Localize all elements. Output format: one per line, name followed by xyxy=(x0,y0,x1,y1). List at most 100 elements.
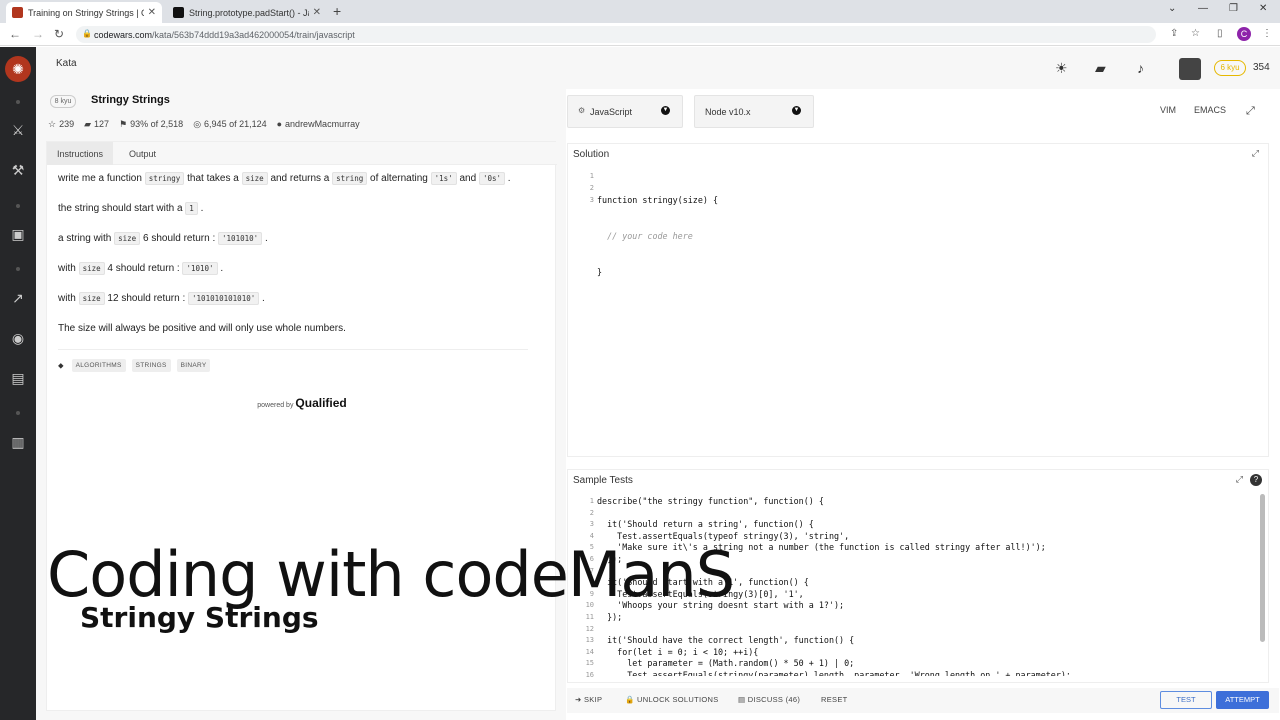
nav-dot xyxy=(16,411,20,415)
favorites-count: 127 xyxy=(94,119,110,129)
expand-icon[interactable]: ⤢ xyxy=(1252,148,1259,159)
help-icon[interactable]: ? xyxy=(1250,474,1262,486)
tag-binary[interactable]: BINARY xyxy=(176,359,211,372)
instruction-tabs: Instructions Output xyxy=(47,142,557,165)
video-overlay-subtitle: Stringy Strings xyxy=(80,601,319,634)
author-link[interactable]: andrewMacmurray xyxy=(285,119,360,130)
back-icon[interactable]: ← xyxy=(9,27,21,41)
language-select[interactable]: ⚙ JavaScript ▼ xyxy=(567,95,683,128)
star-icon[interactable]: ☆ xyxy=(48,119,56,130)
maximize-icon[interactable]: ❐ xyxy=(1229,3,1238,14)
completed-icon: ◎ xyxy=(193,119,202,129)
url-path: /kata/563b74ddd19a3ad462000054/train/jav… xyxy=(152,30,355,40)
url-host: codewars.com xyxy=(94,30,153,40)
test-button[interactable]: TEST xyxy=(1160,691,1212,709)
code-line: describe("the stringy function", functio… xyxy=(597,496,824,506)
bookmark-icon[interactable]: ▰ xyxy=(1095,60,1106,77)
user-avatar[interactable] xyxy=(1179,58,1201,80)
codewars-logo-icon[interactable]: ✺ xyxy=(5,56,31,82)
kata-nav-link[interactable]: Kata xyxy=(56,58,77,69)
trending-icon[interactable]: ↗ xyxy=(8,290,28,308)
close-tab-icon[interactable]: ✕ xyxy=(313,7,321,18)
completed-count: 6,945 of 21,124 xyxy=(204,119,267,129)
chat-icon[interactable]: ▤ xyxy=(8,370,28,388)
reload-icon[interactable]: ↻ xyxy=(54,27,64,41)
expand-icon[interactable]: ⤢ xyxy=(1236,474,1243,485)
tab-instructions[interactable]: Instructions xyxy=(47,142,114,165)
side-panel-icon[interactable]: ▯ xyxy=(1217,28,1223,39)
lock-icon: 🔒 xyxy=(625,695,635,704)
skip-icon: ➜ xyxy=(575,695,582,704)
notifications-bell-icon[interactable]: ♪ xyxy=(1137,60,1144,76)
description-paragraph: a string with size 6 should return : '10… xyxy=(58,232,268,245)
tab-output[interactable]: Output xyxy=(119,142,166,165)
close-tab-icon[interactable]: ✕ xyxy=(148,7,156,18)
code-line: // your code here xyxy=(597,231,693,241)
unlock-solutions-button[interactable]: 🔒 UNLOCK SOLUTIONS xyxy=(625,695,719,704)
description-paragraph: The size will always be positive and wil… xyxy=(58,323,346,334)
codewars-favicon-icon xyxy=(12,7,23,18)
menu-icon[interactable]: ⋮ xyxy=(1262,28,1272,39)
action-bar: ➜ SKIP 🔒 UNLOCK SOLUTIONS ▤ DISCUSS (46)… xyxy=(567,688,1279,713)
tab-title: Training on Stringy Strings | Cod xyxy=(28,7,144,18)
tab-title: String.prototype.padStart() - Java xyxy=(189,7,309,18)
url-field[interactable]: 🔒 codewars.com/kata/563b74ddd19a3ad46200… xyxy=(76,26,1156,43)
solution-editor[interactable]: Solution ⤢ 1 2 3 function stringy(size) … xyxy=(567,143,1269,457)
nav-dot xyxy=(16,267,20,271)
tag-algorithms[interactable]: ALGORITHMS xyxy=(71,359,126,372)
kata-stats: ☆ 239 ▰ 127 ⚑ 93% of 2,518 ◎ 6,945 of 21,124… xyxy=(48,119,360,130)
code-line: function stringy(size) { xyxy=(597,195,719,205)
docs-book-icon[interactable]: ▥ xyxy=(8,434,28,452)
discord-icon[interactable]: ◉ xyxy=(8,330,28,348)
solution-code[interactable]: function stringy(size) { // your code he… xyxy=(597,170,1257,302)
reset-button[interactable]: RESET xyxy=(821,695,848,704)
share-icon[interactable]: ⇪ xyxy=(1170,28,1178,39)
satisfaction-rating: 93% of 2,518 xyxy=(130,119,184,129)
kata-description: write me a function stringy that takes a… xyxy=(58,172,538,352)
sample-tests-title: Sample Tests xyxy=(573,475,633,486)
user-icon: ● xyxy=(276,119,283,129)
code-line: } xyxy=(597,267,603,277)
forward-icon[interactable]: → xyxy=(32,27,44,41)
description-paragraph: with size 12 should return : '1010101010… xyxy=(58,292,265,305)
new-tab-icon[interactable]: + xyxy=(333,3,341,19)
scrollbar[interactable] xyxy=(1260,494,1265,642)
description-paragraph: with size 4 should return : '1010' . xyxy=(58,262,224,275)
tab-search-icon[interactable]: ⌄ xyxy=(1168,3,1176,14)
kata-tags: ⬥ ALGORITHMS STRINGS BINARY xyxy=(58,359,211,372)
honor-count: 354 xyxy=(1253,62,1270,73)
browser-tab-mdn[interactable]: String.prototype.padStart() - Java ✕ xyxy=(167,2,327,23)
powered-by-qualified[interactable]: powered by Qualified xyxy=(47,396,557,410)
profile-avatar[interactable]: C xyxy=(1237,27,1251,41)
mdn-favicon-icon xyxy=(173,7,184,18)
bookmark-icon[interactable]: ▰ xyxy=(84,119,91,130)
runtime-value: Node v10.x xyxy=(705,107,751,117)
kata-icon[interactable]: ⚒ xyxy=(8,162,28,180)
skip-button[interactable]: ➜ SKIP xyxy=(575,695,602,704)
minimize-icon[interactable]: — xyxy=(1198,3,1208,14)
stars-count: 239 xyxy=(59,119,75,129)
browser-tab-bar: Training on Stringy Strings | Cod ✕ Stri… xyxy=(0,0,1280,23)
solution-title: Solution xyxy=(573,149,610,160)
language-icon: ⚙ xyxy=(578,106,586,115)
training-icon[interactable]: ⚔ xyxy=(8,122,28,140)
briefcase-icon[interactable]: ▣ xyxy=(8,226,28,244)
runtime-select[interactable]: Node v10.x ▼ xyxy=(694,95,814,128)
satisfaction-icon: ⚑ xyxy=(119,119,128,129)
language-value: JavaScript xyxy=(590,107,633,117)
browser-tab-codewars[interactable]: Training on Stringy Strings | Cod ✕ xyxy=(6,2,162,23)
emacs-mode-button[interactable]: EMACS xyxy=(1194,105,1226,115)
discuss-button[interactable]: ▤ DISCUSS (46) xyxy=(738,695,800,704)
vim-mode-button[interactable]: VIM xyxy=(1160,105,1176,115)
fullscreen-icon[interactable]: ⤢ xyxy=(1246,105,1255,118)
code-line: }); xyxy=(597,611,623,622)
theme-toggle-icon[interactable]: ☀ xyxy=(1055,60,1068,77)
bookmark-star-icon[interactable]: ☆ xyxy=(1191,28,1200,39)
tag-strings[interactable]: STRINGS xyxy=(131,359,171,372)
attempt-button[interactable]: ATTEMPT xyxy=(1216,691,1269,709)
lock-icon: 🔒 xyxy=(82,29,92,38)
address-bar: ← → ↻ 🔒 codewars.com/kata/563b74ddd19a3a… xyxy=(0,23,1280,46)
close-window-icon[interactable]: ✕ xyxy=(1259,3,1267,14)
chat-icon: ▤ xyxy=(738,695,746,704)
